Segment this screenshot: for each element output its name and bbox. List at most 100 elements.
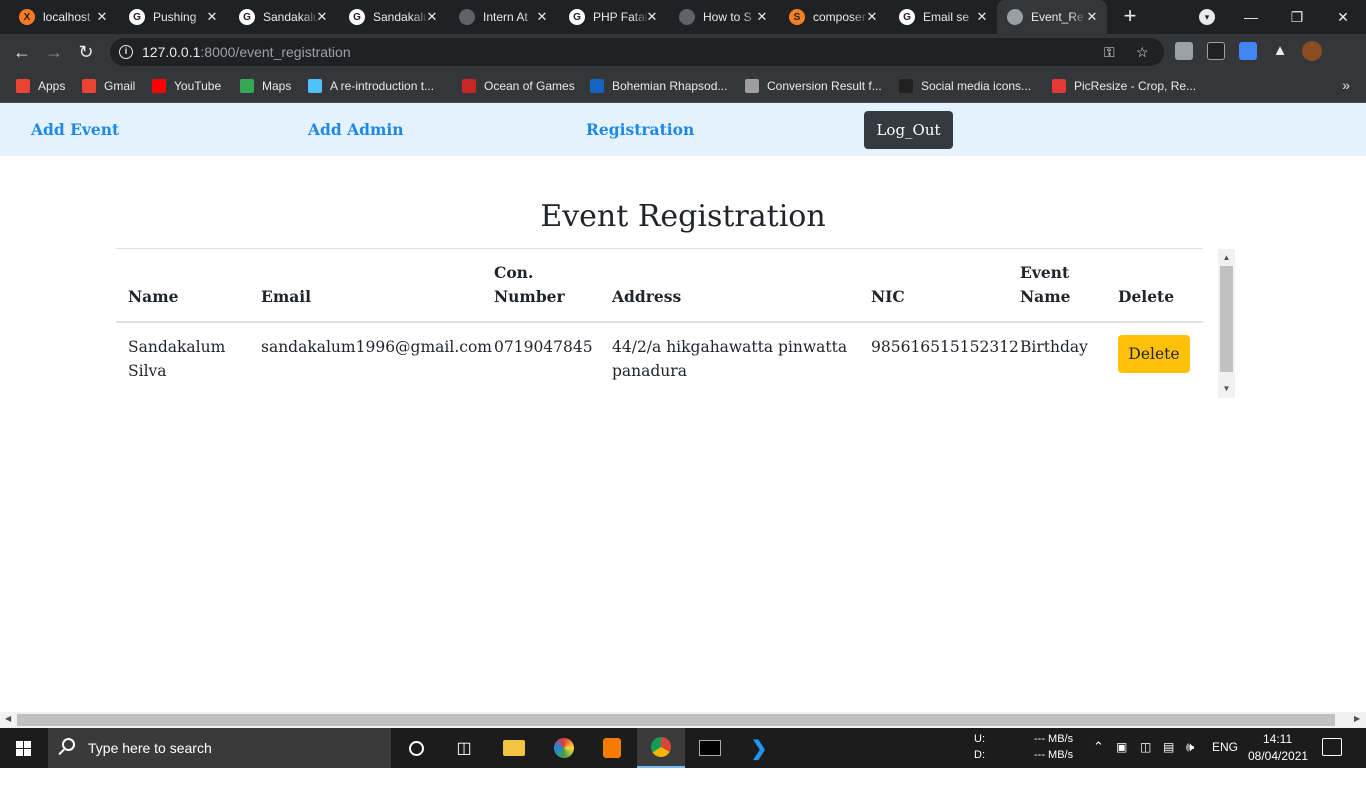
maximize-icon[interactable]: ❐ [1274, 0, 1320, 34]
battery-icon[interactable]: ◫ [1140, 740, 1151, 780]
close-tab-icon[interactable]: ✕ [315, 10, 329, 24]
meet-now-icon[interactable]: ▣ [1116, 740, 1127, 780]
volume-icon[interactable]: 🕪 [1186, 739, 1194, 779]
scroll-up-icon[interactable]: ▲ [1218, 253, 1235, 262]
col-header-contact: Con. Number [494, 263, 565, 306]
terminal-icon[interactable] [686, 728, 734, 768]
file-explorer-icon[interactable] [490, 728, 538, 768]
browser-tab[interactable]: G PHP Fatal ✕ [559, 0, 667, 34]
scroll-right-icon[interactable]: ▶ [1354, 714, 1360, 723]
browser-tab-label: Sandakalum [373, 10, 429, 24]
globe-icon [679, 9, 695, 25]
extension-icon[interactable] [1207, 42, 1225, 60]
address-bar[interactable]: i 127.0.0.1:8000/event_registration ⚿ ☆ [110, 38, 1164, 66]
browser-tab[interactable]: G Sandakalum✕ [229, 0, 337, 34]
clock-date[interactable]: 08/04/2021 [1248, 749, 1308, 789]
task-view-icon[interactable]: ◫ [440, 728, 488, 768]
page-horizontal-scrollbar[interactable]: ◀ ▶ [0, 712, 1366, 728]
translate-extension-icon[interactable] [1239, 42, 1257, 60]
key-icon[interactable]: ⚿ [1104, 44, 1115, 61]
bookmark-star-icon[interactable]: ☆ [1136, 44, 1149, 61]
minimize-icon[interactable]: — [1228, 0, 1274, 34]
close-tab-icon[interactable]: ✕ [1085, 10, 1099, 24]
network-icon[interactable]: ▤ [1163, 740, 1174, 780]
language-indicator[interactable]: ENG [1212, 740, 1238, 780]
close-tab-icon[interactable]: ✕ [755, 10, 769, 24]
browser-tab-strip: Xlocalhost✕GPushing✕GSandakalum✕GSandaka… [0, 0, 1366, 34]
browser-tab-label: Email se [923, 10, 970, 24]
close-tab-icon[interactable]: ✕ [645, 10, 659, 24]
more-bookmarks-icon[interactable]: » [1342, 77, 1350, 93]
close-tab-icon[interactable]: ✕ [95, 10, 109, 24]
browser-tab[interactable]: How to S ✕ [669, 0, 777, 34]
new-tab-button[interactable]: + [1118, 5, 1142, 29]
paint-app-icon[interactable] [540, 728, 588, 768]
close-tab-icon[interactable]: ✕ [535, 10, 549, 24]
close-tab-icon[interactable]: ✕ [205, 10, 219, 24]
browser-tab[interactable]: Intern At ✕ [449, 0, 557, 34]
page-title: Event Registration [540, 199, 826, 234]
forward-icon[interactable]: → [43, 41, 65, 63]
bookmark-favicon-icon [16, 79, 30, 93]
browser-tab[interactable]: G Sandakalum✕ [339, 0, 447, 34]
sublime-text-icon[interactable] [588, 728, 636, 768]
delete-button[interactable]: Delete [1118, 335, 1190, 373]
table-vertical-scrollbar[interactable]: ▲ ▼ [1218, 249, 1235, 398]
logout-button[interactable]: Log_Out [864, 111, 953, 149]
browser-tab-label: PHP Fatal [593, 10, 648, 24]
close-tab-icon[interactable]: ✕ [425, 10, 439, 24]
bookmark-item[interactable]: Bohemian Rhapsod... [590, 78, 727, 94]
notification-center-icon[interactable] [1322, 738, 1342, 756]
scroll-thumb[interactable] [1220, 266, 1233, 372]
nav-registration-link[interactable]: Registration [586, 120, 694, 139]
browser-tab[interactable]: G Pushing ✕ [119, 0, 227, 34]
col-header-address: Address [612, 287, 682, 306]
horizontal-scroll-thumb[interactable] [17, 714, 1335, 726]
profile-avatar[interactable] [1302, 41, 1322, 61]
browser-tab-label: Sandakalum [263, 10, 319, 24]
xampp-icon: X [19, 9, 35, 25]
browser-tab-label: localhost [43, 10, 91, 24]
close-tab-icon[interactable]: ✕ [975, 10, 989, 24]
browser-tab[interactable]: G Email se ✕ [889, 0, 997, 34]
registration-table: Name Email Con. Number Address NIC Event N… [116, 248, 1203, 398]
show-hidden-icons[interactable]: ⌃ [1093, 739, 1104, 779]
bookmark-item[interactable]: PicResize - Crop, Re... [1052, 78, 1196, 94]
puzzle-extensions-icon[interactable]: ▲ [1271, 42, 1289, 60]
bookmark-item[interactable]: YouTube [152, 78, 221, 94]
browser-tab[interactable]: Scomposer ✕ [779, 0, 887, 34]
browser-tab[interactable]: Event_Re ✕ [997, 0, 1107, 34]
tab-search-icon[interactable]: ▾ [1199, 9, 1215, 25]
bookmark-favicon-icon [308, 79, 322, 93]
chrome-taskbar-icon[interactable] [637, 728, 685, 768]
scroll-left-icon[interactable]: ◀ [5, 714, 11, 723]
bookmark-item[interactable]: Conversion Result f... [745, 78, 882, 94]
reload-icon[interactable]: ↻ [75, 41, 97, 63]
close-window-icon[interactable]: ✕ [1320, 0, 1366, 34]
bookmark-item[interactable]: Ocean of Games [462, 78, 575, 94]
bookmark-item[interactable]: Maps [240, 78, 291, 94]
site-info-icon[interactable]: i [119, 45, 133, 59]
cell-email: sandakalum1996@gmail.com [261, 338, 492, 356]
camera-extension-icon[interactable] [1175, 42, 1193, 60]
cell-nic: 985616515152312 [871, 338, 1019, 356]
bookmark-label: Bohemian Rhapsod... [612, 79, 728, 93]
nav-add-admin-link[interactable]: Add Admin [308, 120, 404, 139]
nav-add-event-link[interactable]: Add Event [31, 120, 119, 139]
bookmark-item[interactable]: Apps [16, 78, 65, 94]
bookmark-label: Gmail [104, 79, 136, 93]
scroll-down-icon[interactable]: ▼ [1218, 384, 1235, 393]
bookmark-item[interactable]: Gmail [82, 78, 135, 94]
windows-taskbar: Type here to search ◫ ❯ U: D: --- MB/s -… [0, 728, 1366, 768]
cell-contact: 0719047845 [494, 338, 593, 356]
windows-start-icon[interactable] [0, 728, 48, 768]
vscode-icon[interactable]: ❯ [735, 728, 783, 768]
back-icon[interactable]: ← [11, 41, 33, 63]
taskbar-search-box[interactable]: Type here to search [48, 728, 391, 768]
top-navbar: Add Event Add Admin Registration Log_Out [0, 103, 1366, 156]
cortana-icon[interactable] [392, 728, 440, 768]
close-tab-icon[interactable]: ✕ [865, 10, 879, 24]
bookmark-item[interactable]: Social media icons... [899, 78, 1031, 94]
bookmark-item[interactable]: A re-introduction t... [308, 78, 434, 94]
browser-tab[interactable]: Xlocalhost ✕ [9, 0, 117, 34]
